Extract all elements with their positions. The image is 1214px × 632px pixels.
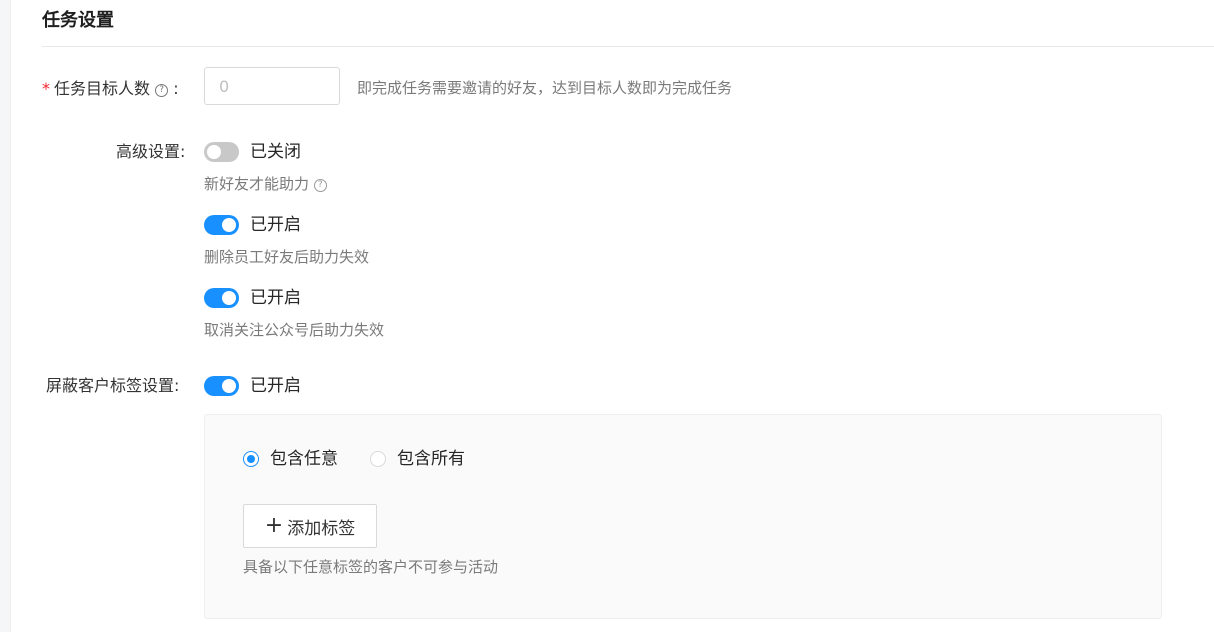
block-tags-label: 屏蔽客户标签设置:: [46, 376, 180, 395]
new-friend-only-description: 新好友才能助力 ?: [204, 174, 327, 194]
add-tag-button-label: 添加标签: [287, 518, 356, 539]
unfollow-invalid-description: 取消关注公众号后助力失效: [204, 321, 385, 339]
tag-settings-panel: 包含任意 包含所有 + 添加标签 具备以下任意标签的客户不可参与活动: [204, 414, 1162, 619]
switch-knob: [207, 145, 221, 159]
radio-include-all[interactable]: [370, 451, 386, 467]
delete-friend-invalid-description: 删除员工好友后助力失效: [204, 248, 370, 266]
target-count-input[interactable]: [204, 67, 340, 105]
advanced-settings-label: 高级设置:: [116, 142, 186, 161]
unfollow-invalid-switch[interactable]: [204, 288, 239, 308]
add-tag-button[interactable]: + 添加标签: [243, 504, 377, 548]
section-title: 任务设置: [42, 10, 114, 31]
switch-knob: [222, 291, 236, 305]
switch-knob: [222, 379, 236, 393]
target-count-hint: 即完成任务需要邀请的好友，达到目标人数即为完成任务: [357, 79, 733, 97]
radio-include-any-label[interactable]: 包含任意: [270, 448, 338, 470]
question-circle-icon[interactable]: ?: [313, 179, 327, 192]
unfollow-invalid-status: 已开启: [250, 288, 301, 308]
target-count-colon: :: [173, 79, 179, 98]
switch-knob: [222, 218, 236, 232]
target-count-label: * 任务目标人数 ? :: [42, 78, 179, 100]
required-star: *: [42, 79, 50, 98]
target-count-label-text: 任务目标人数: [54, 79, 151, 98]
new-friend-only-switch[interactable]: [204, 142, 239, 162]
new-friend-only-description-text: 新好友才能助力: [204, 175, 310, 193]
question-circle-icon[interactable]: ?: [155, 84, 169, 97]
block-tags-status: 已开启: [250, 376, 301, 396]
plus-icon: +: [264, 513, 284, 538]
left-sidebar-edge: [0, 0, 11, 632]
block-tags-hint: 具备以下任意标签的客户不可参与活动: [243, 558, 499, 576]
new-friend-only-status: 已关闭: [250, 142, 301, 162]
block-tags-switch[interactable]: [204, 376, 239, 396]
delete-friend-invalid-status: 已开启: [250, 215, 301, 235]
delete-friend-invalid-switch[interactable]: [204, 215, 239, 235]
radio-include-any[interactable]: [243, 451, 259, 467]
radio-include-all-label[interactable]: 包含所有: [397, 448, 465, 470]
title-divider: [42, 46, 1214, 47]
